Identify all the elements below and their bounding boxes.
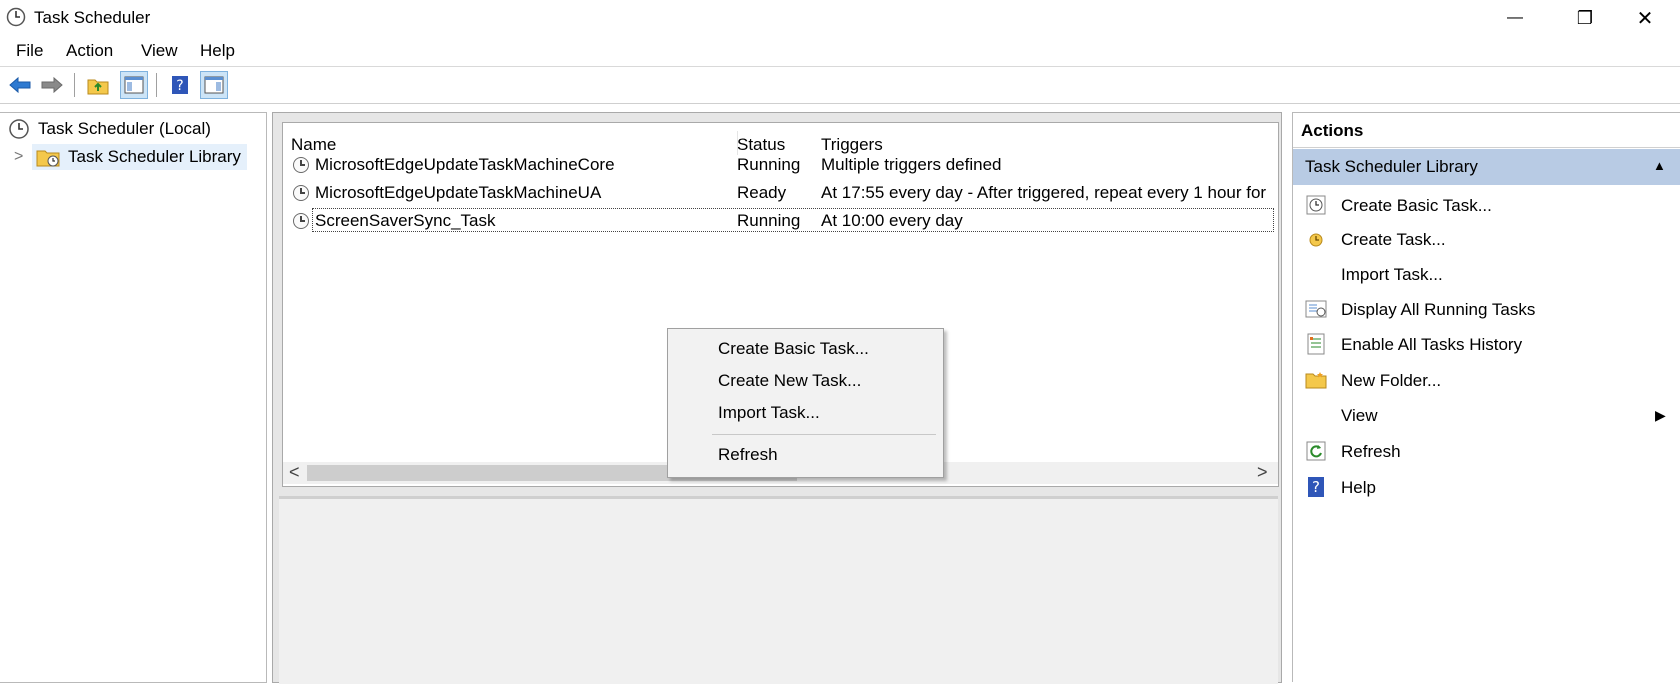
scroll-left-icon[interactable]: < [289,462,300,483]
task-status: Ready [737,183,787,202]
menu-action[interactable]: Action [66,41,113,61]
table-row[interactable]: MicrosoftEdgeUpdateTaskMachineUA Ready A… [283,179,1278,207]
svg-text:?: ? [1312,478,1320,496]
history-icon [1305,333,1327,355]
task-triggers: At 17:55 every day - After triggered, re… [821,183,1267,202]
tree-item-label: Task Scheduler Library [68,147,241,166]
action-label: Refresh [1341,442,1401,461]
action-create-task[interactable]: Create Task... [1293,223,1680,255]
chevron-right-icon[interactable]: > [14,148,32,166]
task-detail-pane [279,496,1278,684]
context-import-task[interactable]: Import Task... [718,403,820,423]
forward-button[interactable] [38,71,66,99]
task-name: MicrosoftEdgeUpdateTaskMachineCore [315,155,615,174]
context-create-new-task[interactable]: Create New Task... [718,371,861,391]
menu-view[interactable]: View [141,41,178,61]
action-display-running-tasks[interactable]: Display All Running Tasks [1293,293,1680,325]
menu-file[interactable]: File [16,41,43,61]
action-pane-icon [204,76,224,94]
window-title: Task Scheduler [34,8,151,27]
toolbar: ? [0,67,1680,104]
back-arrow-icon [9,76,31,94]
menu-separator [712,434,936,435]
task-name: MicrosoftEdgeUpdateTaskMachineUA [315,183,602,202]
svg-text:?: ? [176,78,183,94]
toolbar-separator [74,73,75,97]
context-create-basic-task[interactable]: Create Basic Task... [718,339,869,359]
action-create-basic-task[interactable]: Create Basic Task... [1293,189,1680,221]
actions-title: Actions [1301,121,1364,140]
minimize-icon: — [1507,9,1523,26]
table-row[interactable]: MicrosoftEdgeUpdateTaskMachineCore Runni… [283,151,1278,179]
basic-task-icon [1305,194,1327,216]
action-label: New Folder... [1341,371,1442,390]
action-label: View [1341,406,1378,425]
close-icon: ✕ [1636,7,1654,30]
action-label: Create Task... [1341,230,1446,249]
action-help[interactable]: ? Help [1293,471,1680,503]
action-label: Help [1341,478,1376,497]
console-tree-icon [124,76,144,94]
task-scheduler-clock-icon [6,7,26,27]
forward-arrow-icon [41,76,63,94]
show-hide-action-pane-button[interactable] [200,71,228,99]
help-icon: ? [1305,476,1327,498]
show-hide-console-tree-button[interactable] [120,71,148,99]
action-label: Enable All Tasks History [1341,335,1523,354]
tree-item-library[interactable]: > Task Scheduler Library [14,144,247,170]
action-enable-history[interactable]: Enable All Tasks History [1293,328,1680,360]
action-view[interactable]: View ▶ [1293,399,1680,431]
task-status: Running [737,155,801,174]
actions-pane: Actions Task Scheduler Library ▲ Create … [1292,112,1680,682]
action-import-task[interactable]: Import Task... [1293,258,1680,290]
back-button[interactable] [6,71,34,99]
help-icon: ? [172,76,188,94]
minimize-button[interactable]: — [1480,0,1550,36]
running-tasks-icon [1305,298,1327,320]
task-clock-icon [293,185,309,201]
submenu-arrow-icon: ▶ [1655,407,1666,423]
table-row[interactable]: ScreenSaverSync_Task Running At 10:00 ev… [283,207,1278,235]
task-status: Running [737,211,801,230]
section-title: Task Scheduler Library [1305,157,1478,176]
tree-item-local[interactable]: Task Scheduler (Local) [8,117,211,141]
tree-item-label: Task Scheduler (Local) [38,119,211,138]
title-bar: Task Scheduler — ❐ ✕ [0,0,1680,36]
task-triggers: At 10:00 every day [821,211,963,230]
action-label: Display All Running Tasks [1341,300,1536,319]
folder-up-icon [87,79,109,95]
folder-clock-icon [36,146,62,168]
collapse-arrow-icon[interactable]: ▲ [1653,158,1666,173]
context-menu: Create Basic Task... Create New Task... … [667,328,944,478]
menu-bar: File Action View Help [0,36,1680,67]
action-label: Import Task... [1341,265,1443,284]
task-name: ScreenSaverSync_Task [315,211,496,230]
menu-help[interactable]: Help [200,41,235,61]
scroll-right-icon[interactable]: > [1257,462,1268,483]
create-task-icon [1305,228,1327,250]
up-folder-button[interactable] [84,71,112,99]
task-clock-icon [293,157,309,173]
restore-icon: ❐ [1576,7,1594,28]
clock-icon [8,118,30,140]
toolbar-separator [156,73,157,97]
refresh-icon [1305,440,1327,462]
task-triggers: Multiple triggers defined [821,155,1002,174]
action-label: Create Basic Task... [1341,196,1492,215]
action-refresh[interactable]: Refresh [1293,435,1680,467]
context-refresh[interactable]: Refresh [718,445,778,465]
action-new-folder[interactable]: New Folder... [1293,364,1680,396]
folder-icon [1305,369,1327,391]
actions-section-header[interactable]: Task Scheduler Library ▲ [1293,149,1680,185]
actions-header: Actions [1293,113,1680,148]
task-clock-icon [293,213,309,229]
close-button[interactable]: ✕ [1610,0,1680,36]
console-tree: Task Scheduler (Local) > Task Scheduler … [0,112,267,683]
help-toolbar-button[interactable]: ? [166,71,194,99]
